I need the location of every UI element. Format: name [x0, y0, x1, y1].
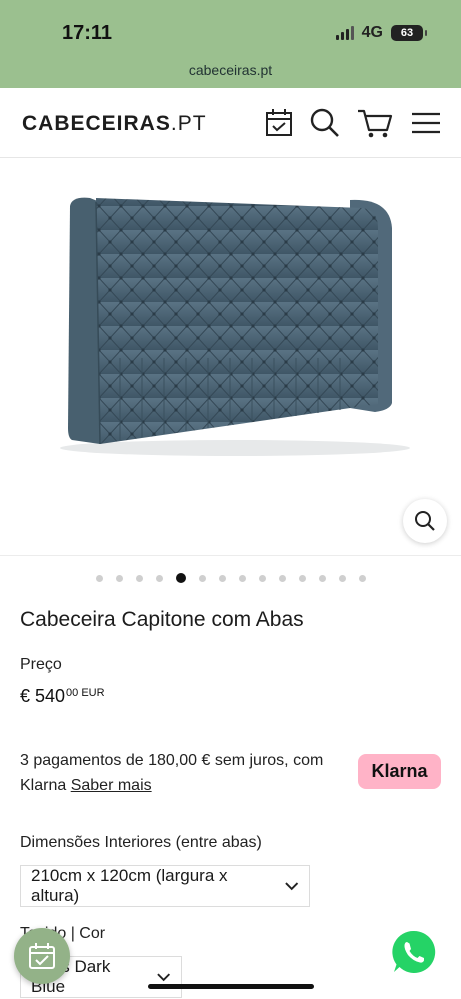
search-icon[interactable] — [308, 106, 342, 140]
dimensions-label: Dimensões Interiores (entre abas) — [20, 834, 262, 851]
site-header: CABECEIRAS.PT — [0, 88, 461, 158]
dimensions-value: 210cm x 120cm (largura x altura) — [31, 866, 228, 905]
gallery-dot[interactable] — [258, 574, 266, 582]
klarna-badge: Klarna — [358, 754, 441, 789]
product-image-gallery[interactable] — [0, 158, 461, 556]
network-type: 4G — [361, 24, 383, 41]
gallery-dot[interactable] — [298, 574, 306, 582]
gallery-dot[interactable] — [175, 573, 186, 583]
gallery-dot[interactable] — [155, 574, 163, 582]
gallery-dot[interactable] — [135, 574, 143, 582]
klarna-learn-more-link[interactable]: Saber mais — [71, 777, 152, 794]
product-price: € 54000 EUR — [20, 686, 105, 707]
dimensions-select[interactable]: 210cm x 120cm (largura x altura) — [20, 865, 310, 907]
klarna-installments-text: 3 pagamentos de 180,00 € sem juros, com … — [20, 748, 330, 798]
gallery-dot[interactable] — [115, 574, 123, 582]
calendar-check-icon — [29, 943, 55, 969]
gallery-pagination — [0, 572, 461, 584]
booking-button[interactable] — [14, 928, 70, 984]
product-title: Cabeceira Capitone com Abas — [20, 608, 304, 631]
gallery-dot[interactable] — [95, 574, 103, 582]
price-main: € 540 — [20, 686, 66, 706]
gallery-dot[interactable] — [338, 574, 346, 582]
gallery-dot[interactable] — [238, 574, 246, 582]
address-bar[interactable]: cabeceiras.pt — [0, 62, 461, 78]
gallery-dot[interactable] — [278, 574, 286, 582]
klarna-message: 3 pagamentos de 180,00 € sem juros, com … — [20, 752, 324, 794]
chevron-down-icon — [284, 882, 298, 891]
battery-icon: 63 — [391, 25, 427, 41]
headboard-image — [60, 197, 410, 456]
zoom-button[interactable] — [403, 499, 447, 543]
gallery-dot[interactable] — [198, 574, 206, 582]
gallery-dot[interactable] — [358, 574, 366, 582]
signal-icon — [335, 26, 354, 40]
price-cents: 00 EUR — [66, 687, 105, 699]
hamburger-menu-icon[interactable] — [409, 106, 443, 140]
calendar-check-icon[interactable] — [262, 106, 296, 140]
logo-bold: CABECEIRAS — [22, 112, 171, 135]
whatsapp-icon[interactable] — [390, 928, 438, 976]
browser-top-bar: 17:11 4G 63 cabeceiras.pt — [0, 0, 461, 88]
battery-level: 63 — [400, 27, 414, 39]
chevron-down-icon — [156, 973, 170, 982]
cart-icon[interactable] — [356, 106, 394, 140]
gallery-dot[interactable] — [318, 574, 326, 582]
gallery-dot[interactable] — [218, 574, 226, 582]
zoom-icon — [415, 511, 435, 531]
site-logo[interactable]: CABECEIRAS.PT — [22, 112, 207, 136]
logo-light: .PT — [170, 112, 207, 135]
price-label: Preço — [20, 656, 62, 673]
home-indicator[interactable] — [148, 984, 314, 989]
status-icons: 4G 63 — [335, 24, 427, 42]
status-time: 17:11 — [62, 22, 113, 44]
